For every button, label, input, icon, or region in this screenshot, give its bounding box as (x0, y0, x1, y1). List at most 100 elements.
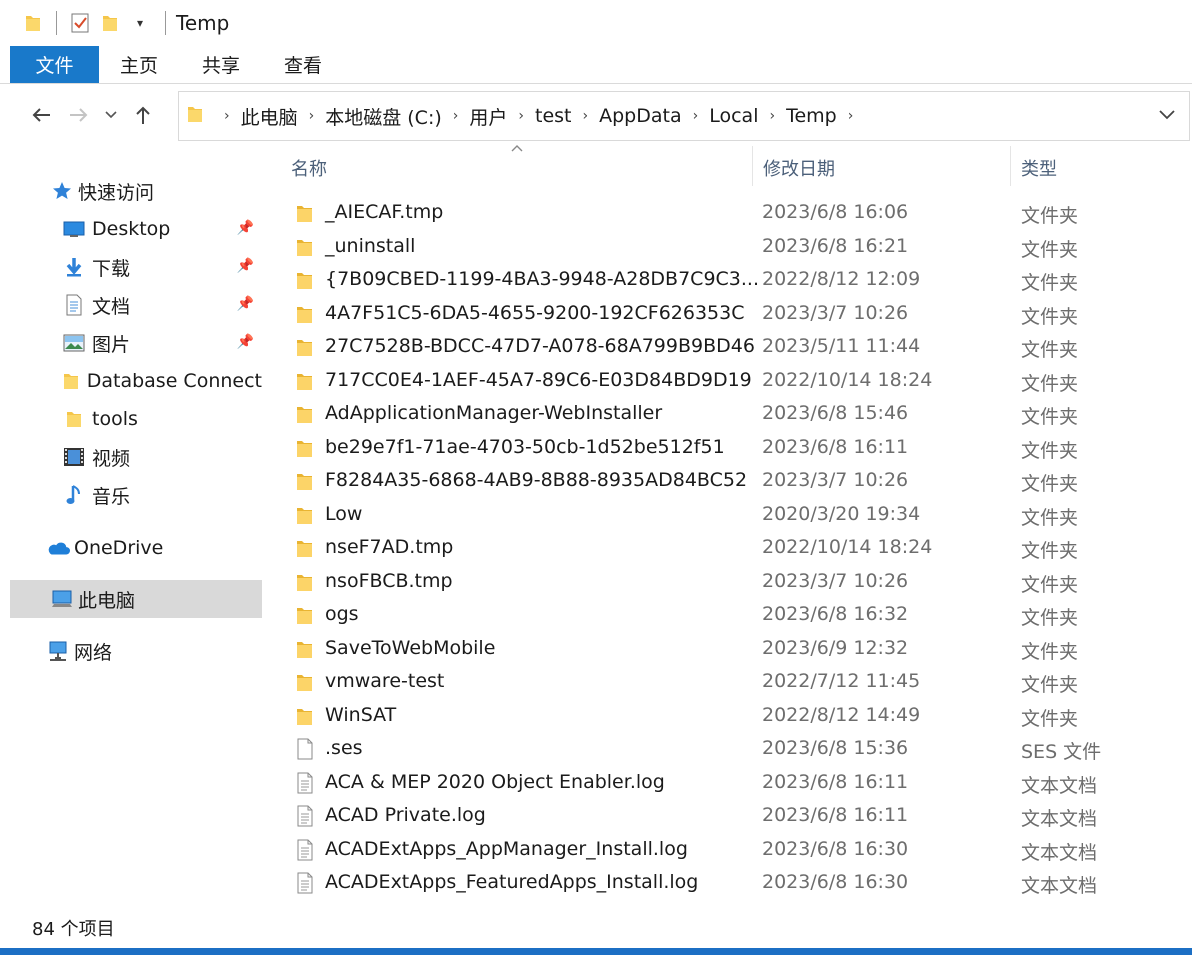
column-header-name[interactable]: 名称 (291, 146, 327, 190)
file-modified-date: 2023/6/8 16:11 (762, 435, 909, 458)
document-icon (62, 293, 86, 317)
tab-home[interactable]: 主页 (99, 46, 180, 83)
recent-locations-chevron-icon[interactable] (98, 95, 124, 135)
pin-icon[interactable]: 📌 (237, 296, 254, 312)
sidebar-item-label: Database Connect (86, 370, 262, 392)
file-name: 717CC0E4-1AEF-45A7-89C6-E03D84BD9D19 (325, 368, 752, 391)
breadcrumb-separator-icon[interactable]: › (762, 108, 782, 124)
table-row[interactable]: be29e7f1-71ae-4703-50cb-1d52be512f51 2023… (262, 431, 1192, 465)
breadcrumb-separator-icon[interactable]: › (841, 108, 861, 124)
pin-icon[interactable]: 📌 (237, 220, 254, 236)
navigation-bar: › 此电脑 › 本地磁盘 (C:) › 用户 › test › AppData … (0, 84, 1192, 146)
sidebar-item-onedrive[interactable]: OneDrive (46, 529, 262, 567)
breadcrumb-separator-icon[interactable]: › (686, 108, 706, 124)
table-row[interactable]: 4A7F51C5-6DA5-4655-9200-192CF626353C 2023… (262, 297, 1192, 331)
breadcrumb-local[interactable]: Local (705, 105, 762, 127)
breadcrumb-separator-icon[interactable]: › (446, 108, 466, 124)
table-row[interactable]: {7B09CBED-1199-4BA3-9948-A28DB7C9C3... 20… (262, 263, 1192, 297)
tab-share[interactable]: 共享 (180, 46, 262, 83)
column-header-type[interactable]: 类型 (1021, 146, 1057, 190)
breadcrumb-appdata[interactable]: AppData (595, 105, 686, 127)
sidebar-item-videos[interactable]: 视频 (62, 438, 262, 476)
back-arrow-icon[interactable] (22, 95, 60, 135)
sidebar-item-label: 下载 (92, 257, 131, 280)
file-modified-date: 2023/3/7 10:26 (762, 569, 909, 592)
table-row[interactable]: ACAD Private.log 2023/6/8 16:11 文本文档 (262, 799, 1192, 833)
folder-icon (296, 571, 316, 593)
file-modified-date: 2020/3/20 19:34 (762, 502, 921, 525)
download-icon (62, 255, 86, 279)
file-modified-date: 2023/6/8 15:46 (762, 402, 909, 424)
file-name: 4A7F51C5-6DA5-4655-9200-192CF626353C (325, 301, 745, 324)
table-row[interactable]: WinSAT 2022/8/12 14:49 文件夹 (262, 699, 1192, 733)
breadcrumb-separator-icon[interactable]: › (511, 108, 531, 124)
sidebar-item-documents[interactable]: 文档 📌 (62, 286, 262, 324)
star-icon (50, 179, 74, 203)
sidebar-item-network[interactable]: 网络 (46, 632, 262, 670)
file-name: Low (325, 502, 363, 525)
status-bar: 84 个项目 (0, 908, 1192, 948)
table-row[interactable]: nsoFBCB.tmp 2023/3/7 10:26 文件夹 (262, 565, 1192, 599)
table-row[interactable]: AdApplicationManager-WebInstaller 2023/6/… (262, 397, 1192, 431)
computer-icon (50, 587, 74, 611)
address-bar[interactable]: › 此电脑 › 本地磁盘 (C:) › 用户 › test › AppData … (178, 91, 1190, 141)
table-row[interactable]: SaveToWebMobile 2023/6/9 12:32 文件夹 (262, 632, 1192, 666)
desktop-icon (62, 217, 86, 241)
file-type: 文本文档 (1021, 774, 1098, 797)
sidebar-item-tools[interactable]: tools (62, 400, 262, 438)
table-row[interactable]: .ses 2023/6/8 15:36 SES 文件 (262, 732, 1192, 766)
quick-access-toolbar: ▾ (18, 8, 155, 38)
window-folder-icon (18, 8, 48, 38)
video-icon (62, 445, 86, 469)
music-icon (62, 483, 86, 507)
table-row[interactable]: ogs 2023/6/8 16:32 文件夹 (262, 598, 1192, 632)
sidebar-item-label: 网络 (74, 641, 113, 664)
tab-file[interactable]: 文件 (10, 46, 99, 83)
sidebar-item-this-pc[interactable]: 此电脑 (10, 580, 262, 618)
folder-icon (296, 638, 316, 660)
file-modified-date: 2022/7/12 11:45 (762, 670, 921, 692)
folder-icon (296, 705, 316, 727)
breadcrumb-this-pc[interactable]: 此电脑 (237, 103, 302, 130)
breadcrumb-separator-icon[interactable]: › (576, 108, 596, 124)
table-row[interactable]: F8284A35-6868-4AB9-8B88-8935AD84BC52 2023… (262, 464, 1192, 498)
new-folder-icon[interactable] (95, 8, 125, 38)
customize-toolbar-dropdown-icon[interactable]: ▾ (125, 8, 155, 38)
folder-icon (296, 537, 316, 559)
table-row[interactable]: 717CC0E4-1AEF-45A7-89C6-E03D84BD9D19 2022… (262, 364, 1192, 398)
table-row[interactable]: _uninstall 2023/6/8 16:21 文件夹 (262, 230, 1192, 264)
table-row[interactable]: vmware-test 2022/7/12 11:45 文件夹 (262, 665, 1192, 699)
sidebar-item-label: 音乐 (92, 485, 131, 508)
table-row[interactable]: nseF7AD.tmp 2022/10/14 18:24 文件夹 (262, 531, 1192, 565)
breadcrumb-users[interactable]: 用户 (465, 103, 511, 130)
file-modified-date: 2022/8/12 12:09 (762, 268, 921, 290)
sidebar-item-pictures[interactable]: 图片 📌 (62, 324, 262, 362)
tab-view[interactable]: 查看 (262, 46, 344, 83)
column-header-date[interactable]: 修改日期 (763, 146, 835, 190)
pin-icon[interactable]: 📌 (237, 258, 254, 274)
table-row[interactable]: ACADExtApps_AppManager_Install.log 2023/6… (262, 833, 1192, 867)
table-row[interactable]: Low 2020/3/20 19:34 文件夹 (262, 498, 1192, 532)
table-row[interactable]: ACADExtApps_FeaturedApps_Install.log 2023… (262, 866, 1192, 900)
breadcrumb-temp[interactable]: Temp (782, 105, 841, 127)
table-row[interactable]: 27C7528B-BDCC-47D7-A078-68A799B9BD46 2023… (262, 330, 1192, 364)
breadcrumb-local-disk[interactable]: 本地磁盘 (C:) (321, 103, 446, 130)
breadcrumb-separator-icon[interactable]: › (302, 108, 322, 124)
properties-icon[interactable] (65, 8, 95, 38)
address-history-dropdown-icon[interactable] (1159, 105, 1175, 124)
file-name: _uninstall (325, 234, 416, 257)
file-modified-date: 2023/6/8 15:36 (762, 737, 909, 759)
sidebar-item-quick-access[interactable]: 快速访问 (50, 172, 262, 210)
sidebar-item-music[interactable]: 音乐 (62, 476, 262, 514)
sidebar-item-downloads[interactable]: 下载 📌 (62, 248, 262, 286)
sidebar-item-database-connect[interactable]: Database Connect (62, 362, 262, 400)
title-bar: ▾ Temp (0, 0, 1192, 46)
table-row[interactable]: ACA & MEP 2020 Object Enabler.log 2023/6/… (262, 766, 1192, 800)
table-row[interactable]: _AIECAF.tmp 2023/6/8 16:06 文件夹 (262, 196, 1192, 230)
forward-arrow-icon[interactable] (60, 95, 98, 135)
pin-icon[interactable]: 📌 (237, 334, 254, 350)
up-arrow-icon[interactable] (124, 95, 162, 135)
sidebar-item-desktop[interactable]: Desktop 📌 (62, 210, 262, 248)
breadcrumb-test[interactable]: test (531, 105, 576, 127)
breadcrumb-separator-icon[interactable]: › (217, 108, 237, 124)
